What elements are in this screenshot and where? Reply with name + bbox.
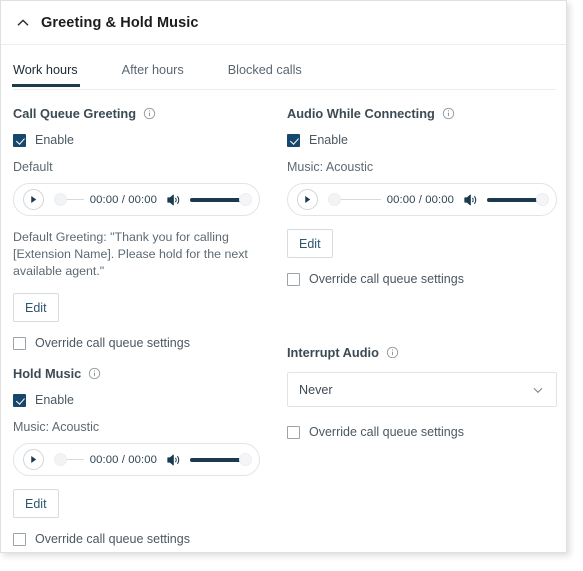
seek-knob[interactable]: [328, 193, 341, 206]
call-queue-greeting-heading-label: Call Queue Greeting: [13, 106, 137, 121]
interrupt-audio-heading-label: Interrupt Audio: [287, 345, 379, 360]
chevron-up-icon[interactable]: [15, 15, 31, 31]
call-queue-greeting-override-label: Override call queue settings: [35, 336, 190, 350]
volume-icon[interactable]: [463, 193, 479, 207]
volume-track: [190, 197, 241, 202]
interrupt-audio-select-value: Never: [299, 382, 333, 397]
volume-slider[interactable]: [190, 453, 252, 466]
call-queue-greeting-edit-button[interactable]: Edit: [13, 293, 59, 322]
call-queue-greeting-override-checkbox[interactable]: [13, 336, 26, 350]
seek-slider[interactable]: [54, 453, 86, 466]
info-icon[interactable]: [386, 346, 399, 359]
section-hold-music: Hold Music Enable Music: Acoustic 00:00 …: [13, 350, 287, 546]
volume-knob[interactable]: [239, 193, 252, 206]
call-queue-greeting-override-row[interactable]: Override call queue settings: [13, 336, 287, 350]
hold-music-edit-button[interactable]: Edit: [13, 489, 59, 518]
hold-music-source-label: Music: Acoustic: [13, 420, 100, 434]
call-queue-greeting-enable-checkbox[interactable]: [13, 133, 26, 147]
seek-slider[interactable]: [328, 193, 383, 206]
call-queue-greeting-audio-player: 00:00 / 00:00: [13, 183, 260, 216]
volume-track: [487, 197, 538, 202]
audio-while-connecting-audio-player: 00:00 / 00:00: [287, 183, 557, 216]
hold-music-audio-player: 00:00 / 00:00: [13, 443, 260, 476]
hold-music-time: 00:00 / 00:00: [89, 453, 157, 466]
call-queue-greeting-source-label: Default: [13, 160, 53, 174]
audio-while-connecting-enable-row[interactable]: Enable: [287, 133, 561, 147]
volume-slider[interactable]: [487, 193, 549, 206]
interrupt-audio-override-checkbox[interactable]: [287, 425, 300, 439]
right-column: Audio While Connecting Enable Music: Aco…: [287, 90, 561, 546]
tab-after-hours[interactable]: After hours: [122, 45, 184, 77]
seek-track: [337, 198, 381, 201]
audio-while-connecting-enable-label: Enable: [309, 133, 348, 147]
volume-icon[interactable]: [166, 453, 182, 467]
hold-music-override-label: Override call queue settings: [35, 532, 190, 546]
settings-columns: Call Queue Greeting Enable Default 00:00…: [13, 90, 557, 546]
info-icon[interactable]: [143, 107, 156, 120]
tab-blocked-calls[interactable]: Blocked calls: [228, 45, 302, 77]
hold-music-heading-label: Hold Music: [13, 366, 82, 381]
seek-knob[interactable]: [54, 453, 67, 466]
card-header: Greeting & Hold Music: [1, 1, 566, 45]
call-queue-greeting-heading: Call Queue Greeting: [13, 106, 287, 121]
tab-bar: Work hours After hours Blocked calls: [1, 45, 566, 90]
section-audio-while-connecting: Audio While Connecting Enable Music: Aco…: [287, 90, 561, 286]
settings-content: Call Queue Greeting Enable Default 00:00…: [1, 90, 566, 546]
call-queue-greeting-description: Default Greeting: "Thank you for calling…: [13, 230, 248, 278]
volume-knob[interactable]: [536, 193, 549, 206]
audio-while-connecting-override-label: Override call queue settings: [309, 272, 464, 286]
hold-music-override-checkbox[interactable]: [13, 532, 26, 546]
audio-while-connecting-override-checkbox[interactable]: [287, 272, 300, 286]
info-icon[interactable]: [442, 107, 455, 120]
section-interrupt-audio: Interrupt Audio Never Override call queu…: [287, 286, 561, 439]
hold-music-override-row[interactable]: Override call queue settings: [13, 532, 287, 546]
page-title: Greeting & Hold Music: [41, 14, 199, 31]
play-icon[interactable]: [23, 449, 44, 470]
play-icon[interactable]: [297, 189, 318, 210]
audio-while-connecting-heading: Audio While Connecting: [287, 106, 561, 121]
tab-work-hours[interactable]: Work hours: [12, 45, 80, 87]
hold-music-enable-checkbox[interactable]: [13, 393, 26, 407]
volume-track: [190, 457, 241, 462]
volume-knob[interactable]: [239, 453, 252, 466]
chevron-down-icon[interactable]: [531, 383, 545, 397]
greeting-hold-music-card: Greeting & Hold Music Work hours After h…: [0, 0, 567, 553]
seek-knob[interactable]: [54, 193, 67, 206]
audio-while-connecting-enable-checkbox[interactable]: [287, 133, 300, 147]
hold-music-enable-label: Enable: [35, 393, 74, 407]
audio-while-connecting-edit-button[interactable]: Edit: [287, 229, 333, 258]
call-queue-greeting-enable-row[interactable]: Enable: [13, 133, 287, 147]
section-call-queue-greeting: Call Queue Greeting Enable Default 00:00…: [13, 90, 287, 350]
interrupt-audio-select[interactable]: Never: [287, 372, 557, 407]
volume-icon[interactable]: [166, 193, 182, 207]
audio-while-connecting-heading-label: Audio While Connecting: [287, 106, 435, 121]
play-icon[interactable]: [23, 189, 44, 210]
call-queue-greeting-enable-label: Enable: [35, 133, 74, 147]
info-icon[interactable]: [88, 367, 101, 380]
interrupt-audio-override-row[interactable]: Override call queue settings: [287, 425, 561, 439]
call-queue-greeting-time: 00:00 / 00:00: [89, 193, 157, 206]
seek-slider[interactable]: [54, 193, 86, 206]
hold-music-heading: Hold Music: [13, 366, 287, 381]
audio-while-connecting-source-label: Music: Acoustic: [287, 160, 374, 174]
interrupt-audio-override-label: Override call queue settings: [309, 425, 464, 439]
audio-while-connecting-override-row[interactable]: Override call queue settings: [287, 272, 561, 286]
interrupt-audio-heading: Interrupt Audio: [287, 345, 561, 360]
audio-while-connecting-time: 00:00 / 00:00: [386, 193, 454, 206]
volume-slider[interactable]: [190, 193, 252, 206]
left-column: Call Queue Greeting Enable Default 00:00…: [13, 90, 287, 546]
hold-music-enable-row[interactable]: Enable: [13, 393, 287, 407]
